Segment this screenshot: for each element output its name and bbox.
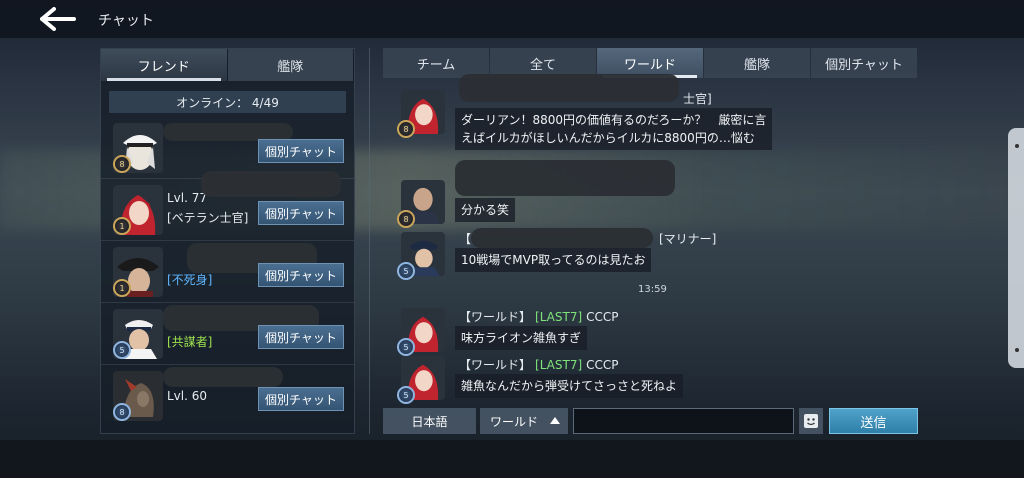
message-sender-tag: [マリナー] — [659, 232, 717, 246]
send-button[interactable]: 送信 — [829, 408, 918, 434]
online-count: オンライン： 4/49 — [109, 91, 346, 113]
friend-row[interactable]: 8 Lvl. 60 個別チャット — [101, 365, 354, 427]
redacted-sender — [459, 74, 679, 102]
chat-input-bar: 日本語 ワールド 送信 — [383, 408, 918, 434]
page-title: チャット — [98, 13, 154, 29]
language-button[interactable]: 日本語 — [383, 408, 476, 434]
message-timestamp: 13:59 — [638, 284, 667, 295]
tab-fleet[interactable]: 艦隊 — [704, 48, 810, 78]
message-text: 10戦場でMVP取ってるのは見たお — [455, 248, 652, 272]
message-sender: 【 — [459, 232, 472, 246]
tab-friends[interactable]: フレンド — [101, 49, 228, 81]
rank-badge-icon: 1 — [113, 279, 131, 297]
friend-list: 8 個別チャット 1 Lvl. 77 [ベテラン士官] 個別チャット 1 [不死… — [101, 117, 354, 427]
tab-fleet[interactable]: 艦隊 — [227, 49, 354, 81]
friends-panel: フレンド 艦隊 オンライン： 4/49 8 個別チャット 1 Lvl. 77 [… — [100, 48, 355, 434]
caret-up-icon — [550, 417, 560, 424]
message-text: 味方ライオン雑魚すぎ — [455, 326, 588, 350]
redacted-name — [201, 171, 341, 197]
message-sender: 【ワールド】 [LAST7] CCCP — [459, 358, 619, 372]
friend-title: [不死身] — [167, 273, 213, 287]
friend-row[interactable]: 8 個別チャット — [101, 117, 354, 179]
rank-badge-icon: 5 — [397, 262, 415, 280]
private-chat-button[interactable]: 個別チャット — [258, 387, 344, 411]
back-arrow-icon[interactable] — [40, 7, 76, 31]
side-drawer-handle[interactable] — [1008, 128, 1024, 368]
smiley-icon — [804, 414, 818, 428]
friend-level: Lvl. 60 — [167, 389, 208, 403]
message-sender: 【ワールド】 [LAST7] CCCP — [459, 310, 619, 324]
private-chat-button[interactable]: 個別チャット — [258, 263, 344, 287]
friend-row[interactable]: 5 [共謀者] 個別チャット — [101, 303, 354, 365]
channel-select-label: ワールド — [490, 414, 539, 429]
friends-panel-tabs: フレンド 艦隊 — [101, 49, 354, 81]
message-text: 分かる笑 — [455, 198, 516, 222]
rank-badge-icon: 5 — [397, 386, 415, 404]
redacted-sender — [471, 228, 653, 248]
friend-title: [共謀者] — [167, 335, 213, 349]
rank-badge-icon: 5 — [397, 338, 415, 356]
tab-private-chat[interactable]: 個別チャット — [811, 48, 917, 78]
chat-messages: 8 士官] ダーリアン！8800円の価値有るのだろーか？ 厳密に言 えばイルカが… — [383, 74, 918, 404]
redacted-sender — [455, 160, 675, 196]
friend-row[interactable]: 1 Lvl. 77 [ベテラン士官] 個別チャット — [101, 171, 354, 241]
channel-select[interactable]: ワールド — [480, 408, 568, 434]
rank-badge-icon: 8 — [113, 155, 131, 173]
panel-divider — [369, 48, 370, 434]
friend-title: [ベテラン士官] — [167, 211, 249, 225]
rank-badge-icon: 8 — [397, 120, 415, 138]
message-text: 雑魚なんだから弾受けてさっさと死ねよ — [455, 374, 684, 398]
redacted-name — [163, 367, 283, 387]
rank-badge-icon: 5 — [113, 341, 131, 359]
top-bar: チャット — [0, 0, 1024, 38]
emoji-button[interactable] — [799, 408, 823, 434]
private-chat-button[interactable]: 個別チャット — [258, 139, 344, 163]
rank-badge-icon: 8 — [113, 403, 131, 421]
handle-dot — [1015, 144, 1019, 148]
message-sender: 士官] — [683, 92, 712, 106]
friend-level: Lvl. 77 — [167, 191, 208, 205]
message-input[interactable] — [573, 408, 794, 434]
rank-badge-icon: 8 — [397, 210, 415, 228]
bottom-strip — [0, 440, 1024, 478]
rank-badge-icon: 1 — [113, 217, 131, 235]
private-chat-button[interactable]: 個別チャット — [258, 201, 344, 225]
private-chat-button[interactable]: 個別チャット — [258, 325, 344, 349]
handle-dot — [1015, 348, 1019, 352]
message-text: ダーリアン！8800円の価値有るのだろーか？ 厳密に言 えばイルカがほしいんだか… — [455, 108, 773, 150]
friend-row[interactable]: 1 [不死身] 個別チャット — [101, 241, 354, 303]
